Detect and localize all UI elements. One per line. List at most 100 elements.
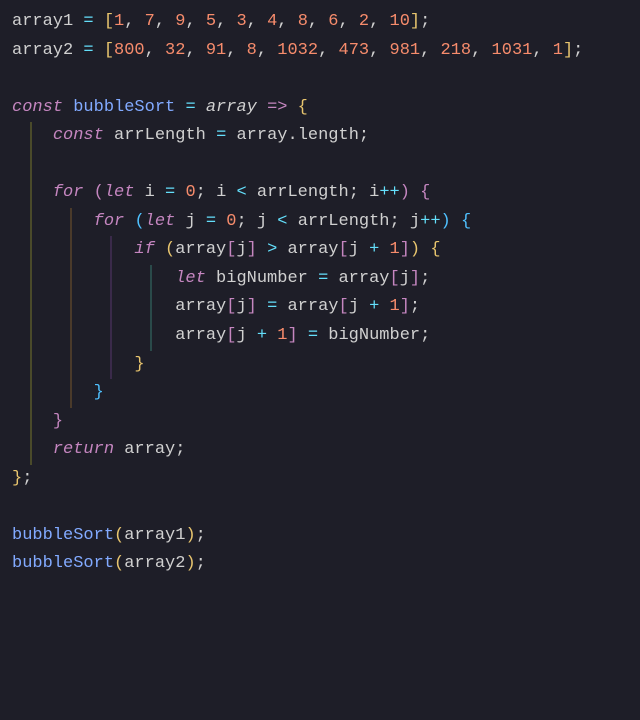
array-literal: 1, 7, 9, 5, 3, 4, 8, 6, 2, 10 bbox=[114, 12, 410, 31]
paren: ( bbox=[94, 183, 104, 202]
code-line: if (array[j] > array[j + 1]) { bbox=[12, 236, 628, 265]
number: 9 bbox=[175, 12, 185, 31]
code-line: } bbox=[12, 379, 628, 408]
operator: = bbox=[83, 12, 103, 31]
code-line: array1 = [1, 7, 9, 5, 3, 4, 8, 6, 2, 10]… bbox=[12, 8, 628, 37]
paren: ) bbox=[185, 554, 195, 573]
number: 3 bbox=[236, 12, 246, 31]
operator: = bbox=[165, 183, 185, 202]
semicolon: ; bbox=[196, 526, 206, 545]
number: 1 bbox=[114, 12, 124, 31]
variable: bigNumber bbox=[216, 269, 318, 288]
variable: array bbox=[124, 440, 175, 459]
code-line: array2 = [800, 32, 91, 8, 1032, 473, 981… bbox=[12, 37, 628, 66]
operator: + bbox=[369, 240, 389, 259]
code-line: array[j] = array[j + 1]; bbox=[12, 293, 628, 322]
operator: = bbox=[206, 212, 226, 231]
number: 10 bbox=[390, 12, 410, 31]
keyword: let bbox=[104, 183, 145, 202]
paren: ) bbox=[441, 212, 461, 231]
number: 473 bbox=[339, 41, 370, 60]
bracket: [ bbox=[104, 41, 114, 60]
arrow: => bbox=[267, 98, 298, 117]
function-name: bubbleSort bbox=[73, 98, 185, 117]
bracket: [ bbox=[226, 297, 236, 316]
number: 0 bbox=[185, 183, 195, 202]
variable: array bbox=[236, 126, 287, 145]
code-line: } bbox=[12, 351, 628, 380]
code-line: for (let i = 0; i < arrLength; i++) { bbox=[12, 179, 628, 208]
bracket: ] bbox=[400, 240, 410, 259]
bracket: ] bbox=[563, 41, 573, 60]
variable: j bbox=[257, 212, 277, 231]
keyword: for bbox=[53, 183, 94, 202]
comma: , bbox=[308, 12, 328, 31]
variable: arrLength bbox=[257, 183, 349, 202]
dot: . bbox=[287, 126, 297, 145]
comma: , bbox=[124, 12, 144, 31]
operator: ++ bbox=[379, 183, 399, 202]
bracket: ] bbox=[400, 297, 410, 316]
operator: < bbox=[236, 183, 256, 202]
operator: = bbox=[267, 297, 287, 316]
keyword: for bbox=[94, 212, 135, 231]
bracket: ] bbox=[410, 269, 420, 288]
property: length bbox=[298, 126, 359, 145]
variable: j bbox=[349, 240, 369, 259]
paren: ( bbox=[114, 554, 124, 573]
semicolon: ; bbox=[175, 440, 185, 459]
bracket: ] bbox=[247, 240, 267, 259]
blank-line bbox=[12, 151, 628, 180]
comma: , bbox=[155, 12, 175, 31]
number: 0 bbox=[226, 212, 236, 231]
paren: ) bbox=[185, 526, 195, 545]
keyword: let bbox=[145, 212, 186, 231]
code-line: array[j + 1] = bigNumber; bbox=[12, 322, 628, 351]
number: 1 bbox=[390, 240, 400, 259]
number: 1 bbox=[553, 41, 563, 60]
number: 8 bbox=[298, 12, 308, 31]
semicolon: ; bbox=[390, 212, 410, 231]
variable: j bbox=[410, 212, 420, 231]
operator: = bbox=[318, 269, 338, 288]
keyword: const bbox=[12, 98, 73, 117]
variable: j bbox=[400, 269, 410, 288]
variable: array bbox=[287, 297, 338, 316]
brace: } bbox=[94, 383, 104, 402]
code-line: return array; bbox=[12, 436, 628, 465]
operator: = bbox=[308, 326, 328, 345]
brace: { bbox=[420, 183, 430, 202]
brace: } bbox=[134, 355, 144, 374]
number: 800 bbox=[114, 41, 145, 60]
semicolon: ; bbox=[573, 41, 583, 60]
number: 5 bbox=[206, 12, 216, 31]
number: 1032 bbox=[277, 41, 318, 60]
paren: ( bbox=[165, 240, 175, 259]
bracket: ] bbox=[410, 12, 420, 31]
variable: array1 bbox=[124, 526, 185, 545]
brace: { bbox=[430, 240, 440, 259]
variable: arrLength bbox=[114, 126, 216, 145]
comma: , bbox=[257, 41, 277, 60]
comma: , bbox=[369, 12, 389, 31]
paren: ( bbox=[134, 212, 144, 231]
operator: = bbox=[216, 126, 236, 145]
variable: array1 bbox=[12, 12, 83, 31]
number: 32 bbox=[165, 41, 185, 60]
semicolon: ; bbox=[196, 554, 206, 573]
variable: array bbox=[175, 297, 226, 316]
variable: arrLength bbox=[298, 212, 390, 231]
comma: , bbox=[185, 41, 205, 60]
function-call: bubbleSort bbox=[12, 554, 114, 573]
variable: i bbox=[369, 183, 379, 202]
comma: , bbox=[532, 41, 552, 60]
bracket: [ bbox=[226, 326, 236, 345]
bracket: [ bbox=[104, 12, 114, 31]
comma: , bbox=[247, 12, 267, 31]
brace: } bbox=[53, 412, 63, 431]
variable: i bbox=[216, 183, 236, 202]
semicolon: ; bbox=[196, 183, 216, 202]
comma: , bbox=[216, 12, 236, 31]
parameter: array bbox=[206, 98, 267, 117]
code-line: let bigNumber = array[j]; bbox=[12, 265, 628, 294]
